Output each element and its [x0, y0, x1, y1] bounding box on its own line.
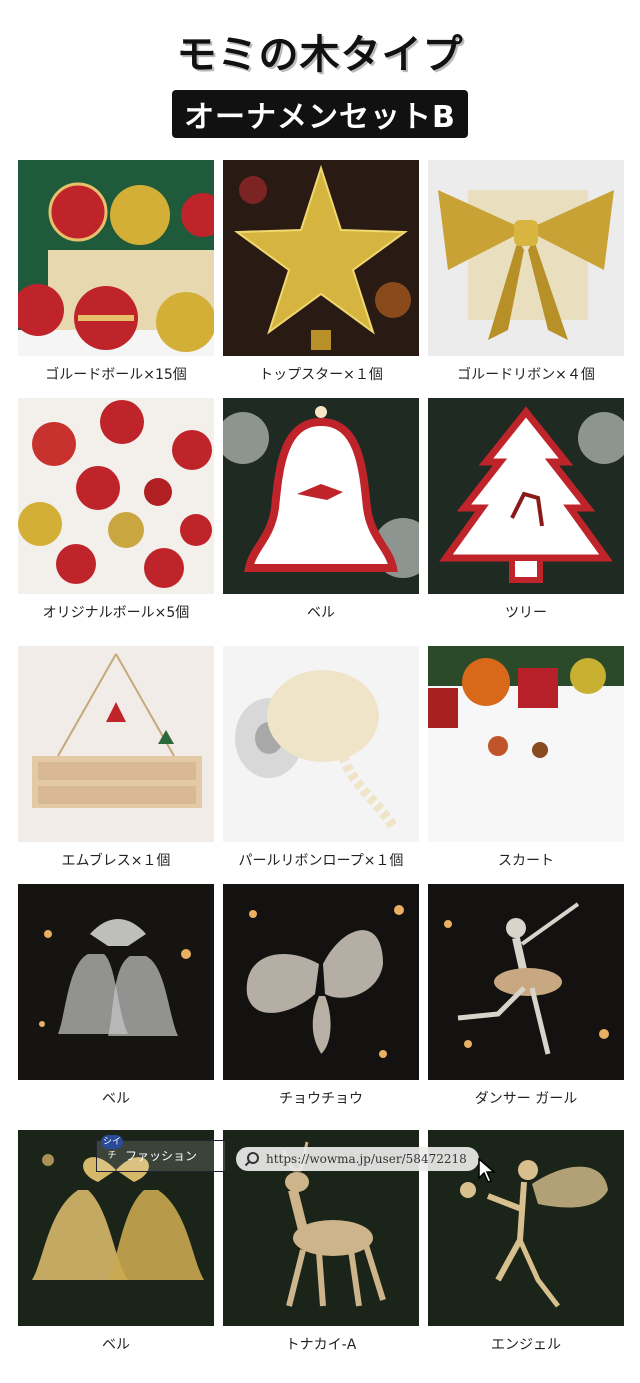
caption: チョウチョウ: [279, 1091, 363, 1107]
top-star-photo: [223, 160, 419, 356]
caption: ゴルードボール×15個: [45, 367, 187, 383]
bell-card-photo: [223, 398, 419, 594]
shop-logo: シイチ ファッション: [96, 1135, 226, 1172]
caption: トナカイ-A: [285, 1337, 357, 1353]
tree-card-photo: [428, 398, 624, 594]
caption: スカート: [498, 853, 554, 869]
caption: オリジナルボール×5個: [42, 605, 190, 621]
gold-ribbon-photo: [428, 160, 624, 356]
caption: ベル: [102, 1091, 130, 1107]
caption: ダンサー ガール: [474, 1091, 578, 1107]
grid-item-pearl-rope: パールリボンロープ×１個: [223, 646, 419, 870]
page-title: モミの木タイプ: [176, 32, 464, 78]
grid-item-emblem: エムブレス×１個: [18, 646, 214, 870]
grid-item-gold-ribbon: ゴルードリボン×４個: [428, 160, 624, 384]
dancer-photo: [428, 884, 624, 1080]
butterfly-photo: [223, 884, 419, 1080]
shop-url-text: https://wowma.jp/user/58472218: [266, 1152, 467, 1166]
grid-item-original-balls: オリジナルボール×5個: [18, 398, 214, 622]
mouse-cursor-icon: [478, 1158, 497, 1183]
emblem-photo: [18, 646, 214, 842]
caption: ツリー: [505, 605, 547, 621]
caption: エンジェル: [491, 1337, 561, 1353]
grid-item-butterfly: チョウチョウ: [223, 884, 419, 1108]
caption: ゴルードリボン×４個: [457, 367, 595, 383]
gold-balls-photo: [18, 160, 214, 356]
grid-item-top-star: トップスター×１個: [223, 160, 419, 384]
caption: ベル: [102, 1337, 130, 1353]
shop-logo-badge: シイチ: [101, 1135, 123, 1161]
caption: ベル: [307, 605, 335, 621]
grid-item-dancer: ダンサー ガール: [428, 884, 624, 1108]
shop-logo-text: ファッション: [124, 1149, 197, 1163]
glass-bells-photo: [18, 884, 214, 1080]
grid-item-tree-card: ツリー: [428, 398, 624, 622]
grid-item-glass-bells: ベル: [18, 884, 214, 1108]
grid-item-bell-card: ベル: [223, 398, 419, 622]
skirt-photo: [428, 646, 624, 842]
pearl-rope-photo: [223, 646, 419, 842]
caption: トップスター×１個: [259, 367, 383, 383]
original-balls-photo: [18, 398, 214, 594]
caption: エムブレス×１個: [61, 853, 171, 869]
shop-url-link[interactable]: https://wowma.jp/user/58472218: [236, 1147, 479, 1171]
grid-item-gold-balls: ゴルードボール×15個: [18, 160, 214, 384]
search-icon: [244, 1152, 259, 1167]
subtitle-wrap: オーナメンセットB: [0, 90, 640, 138]
grid-item-skirt: スカート: [428, 646, 624, 870]
page-subtitle: オーナメンセットB: [172, 90, 468, 138]
caption: パールリボンロープ×１個: [238, 853, 404, 869]
